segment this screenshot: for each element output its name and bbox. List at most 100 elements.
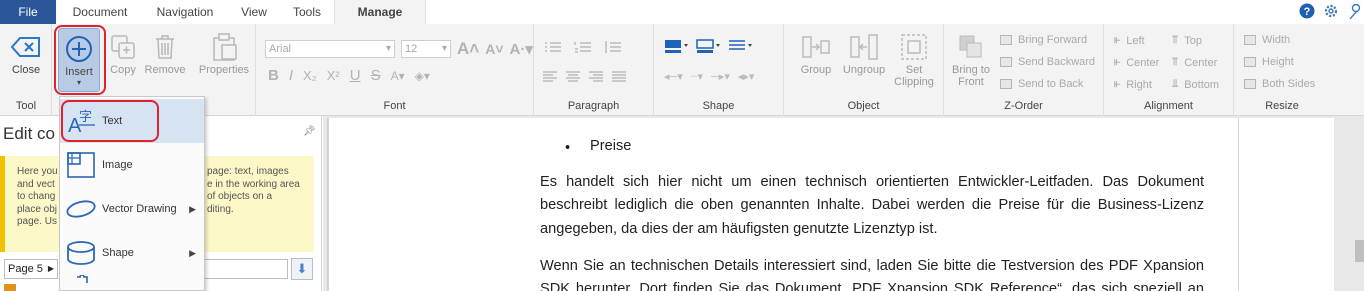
align-right-icon[interactable] <box>588 70 604 84</box>
tab-view[interactable]: View <box>232 0 276 24</box>
group-tool: Close Tool <box>0 24 52 116</box>
pin-icon[interactable]: 📌︎ <box>303 126 316 137</box>
page-right-margin <box>1238 118 1239 291</box>
font-effects-icon[interactable]: A·▾ <box>510 40 533 58</box>
subscript-icon[interactable]: X₂ <box>303 68 317 83</box>
shape-row-1 <box>664 38 754 54</box>
copy-button[interactable]: Copy <box>101 30 145 76</box>
menu-item-more[interactable] <box>60 275 204 291</box>
group-button[interactable]: Group <box>794 30 838 76</box>
send-to-back-button[interactable]: Send to Back <box>1000 78 1083 90</box>
properties-label: Properties <box>198 64 250 76</box>
gear-icon[interactable] <box>1322 2 1340 20</box>
menu-item-shape[interactable]: Shape ▶ <box>60 231 204 275</box>
bullet-text[interactable]: Preise <box>590 138 631 154</box>
vertical-scrollbar-thumb[interactable] <box>1355 240 1364 262</box>
bring-forward-label: Bring Forward <box>1018 34 1088 46</box>
font-size-select[interactable]: 12 <box>401 40 451 58</box>
resize-both-button[interactable]: Both Sides <box>1244 78 1315 90</box>
bring-to-front-label-1: Bring to <box>952 64 990 76</box>
fill-color-icon[interactable] <box>664 38 690 54</box>
resize-width-button[interactable]: Width <box>1244 34 1290 46</box>
align-right-button[interactable]: ⫦ Right <box>1114 78 1152 91</box>
grow-font-icon[interactable]: A˄ <box>457 39 479 59</box>
align-right-label: Right <box>1126 78 1152 91</box>
tab-navigation[interactable]: Navigation <box>146 0 224 24</box>
paragraph-row-2 <box>542 70 627 84</box>
superscript-icon[interactable]: X² <box>327 68 340 83</box>
group-label: Group <box>800 64 832 76</box>
close-label: Close <box>11 64 41 76</box>
group-alignment-label: Alignment <box>1144 100 1193 112</box>
group-tool-label: Tool <box>15 100 37 112</box>
bring-to-front-button[interactable]: Bring to Front <box>946 30 996 88</box>
bullet-list-icon[interactable] <box>544 40 562 54</box>
group-font: Arial 12 A˄ A˅ A·▾ B I X₂ X² U S A▾ ◈▾ F… <box>256 24 534 116</box>
align-center-button[interactable]: ⫦ Center <box>1114 56 1159 69</box>
bring-forward-button[interactable]: Bring Forward <box>1000 34 1087 46</box>
paragraph-1[interactable]: Es handelt sich hier nicht um einen tech… <box>540 171 1204 241</box>
puzzle-icon <box>60 275 102 291</box>
resize-height-label: Height <box>1262 56 1294 68</box>
tab-file[interactable]: File <box>0 0 56 24</box>
close-button[interactable]: Close <box>4 30 48 76</box>
tab-document[interactable]: Document <box>64 0 136 24</box>
menu-item-image-label: Image <box>102 159 133 171</box>
line-style-icon[interactable] <box>728 38 754 54</box>
bold-icon[interactable]: B <box>268 67 279 84</box>
paragraph-2[interactable]: Wenn Sie an technischen Details interess… <box>540 255 1204 291</box>
menu-item-vector-drawing[interactable]: Vector Drawing ▶ <box>60 187 204 231</box>
line-spacing-icon[interactable] <box>604 40 622 54</box>
align-center-obj-icon: ⫦ <box>1114 56 1121 68</box>
submenu-arrow-icon: ▶ <box>189 203 196 214</box>
tab-tools[interactable]: Tools <box>284 0 330 24</box>
arrow-size-icon[interactable]: ◂▸▾ <box>738 70 755 83</box>
resize-height-button[interactable]: Height <box>1244 56 1294 68</box>
remove-button[interactable]: Remove <box>143 30 187 76</box>
ungroup-button[interactable]: Ungroup <box>840 30 888 76</box>
align-center-icon[interactable] <box>565 70 581 84</box>
italic-icon[interactable]: I <box>289 67 293 84</box>
insert-callout <box>54 25 106 95</box>
page-go-button[interactable]: ⬇ <box>291 258 313 280</box>
align-bottom-icon: ⫫ <box>1172 78 1179 90</box>
user-icon[interactable] <box>1346 2 1364 20</box>
font-family-select[interactable]: Arial <box>265 40 395 58</box>
copy-icon <box>101 30 145 64</box>
group-resize-label: Resize <box>1265 100 1299 112</box>
underline-icon[interactable]: U <box>350 67 361 84</box>
numbered-list-icon[interactable] <box>574 40 592 54</box>
align-bottom-button[interactable]: ⫫ Bottom <box>1172 78 1219 91</box>
menu-item-image[interactable]: Image <box>60 143 204 187</box>
align-left-button[interactable]: ⫦ Left <box>1114 34 1145 47</box>
tab-manage[interactable]: Manage <box>334 0 426 24</box>
send-backward-button[interactable]: Send Backward <box>1000 56 1095 68</box>
top-right-icons: ? <box>1298 2 1364 22</box>
align-top-button[interactable]: ⫪ Top <box>1172 34 1202 47</box>
send-to-back-icon <box>1000 79 1012 89</box>
line-color-icon[interactable] <box>696 38 722 54</box>
properties-button[interactable]: Properties <box>194 30 254 76</box>
resize-width-label: Width <box>1262 34 1291 46</box>
highlight-color-icon[interactable]: ◈▾ <box>415 69 430 83</box>
set-clipping-button[interactable]: Set Clipping <box>890 30 938 88</box>
shrink-font-icon[interactable]: A˅ <box>485 41 503 57</box>
arrow-end-icon[interactable]: ─▸▾ <box>711 70 730 83</box>
bring-forward-icon <box>1000 35 1012 45</box>
page-select[interactable]: Page 5 ▶ <box>4 259 58 279</box>
arrow-dash-icon[interactable]: ┄▾ <box>691 70 703 83</box>
align-bottom-label: Bottom <box>1184 78 1220 91</box>
help-icon[interactable]: ? <box>1298 2 1316 20</box>
arrow-down-icon: ⬇ <box>296 261 308 276</box>
arrow-start-icon[interactable]: ◂─▾ <box>664 70 683 83</box>
menu-tab-bar: File Document Navigation View Tools Mana… <box>0 0 1364 24</box>
align-left-icon[interactable] <box>542 70 558 84</box>
justify-icon[interactable] <box>611 70 627 84</box>
font-color-icon[interactable]: A▾ <box>391 69 405 83</box>
help-text-right: page: text, images e in the working area… <box>207 166 300 215</box>
strikethrough-icon[interactable]: S <box>371 67 381 84</box>
bring-to-front-label-2: Front <box>958 76 984 88</box>
p1-line-3: angegeben, da dies der am häufigsten gen… <box>540 220 938 237</box>
align-middle-button[interactable]: ⫪ Center <box>1172 56 1217 69</box>
page-search-field[interactable] <box>204 259 288 279</box>
